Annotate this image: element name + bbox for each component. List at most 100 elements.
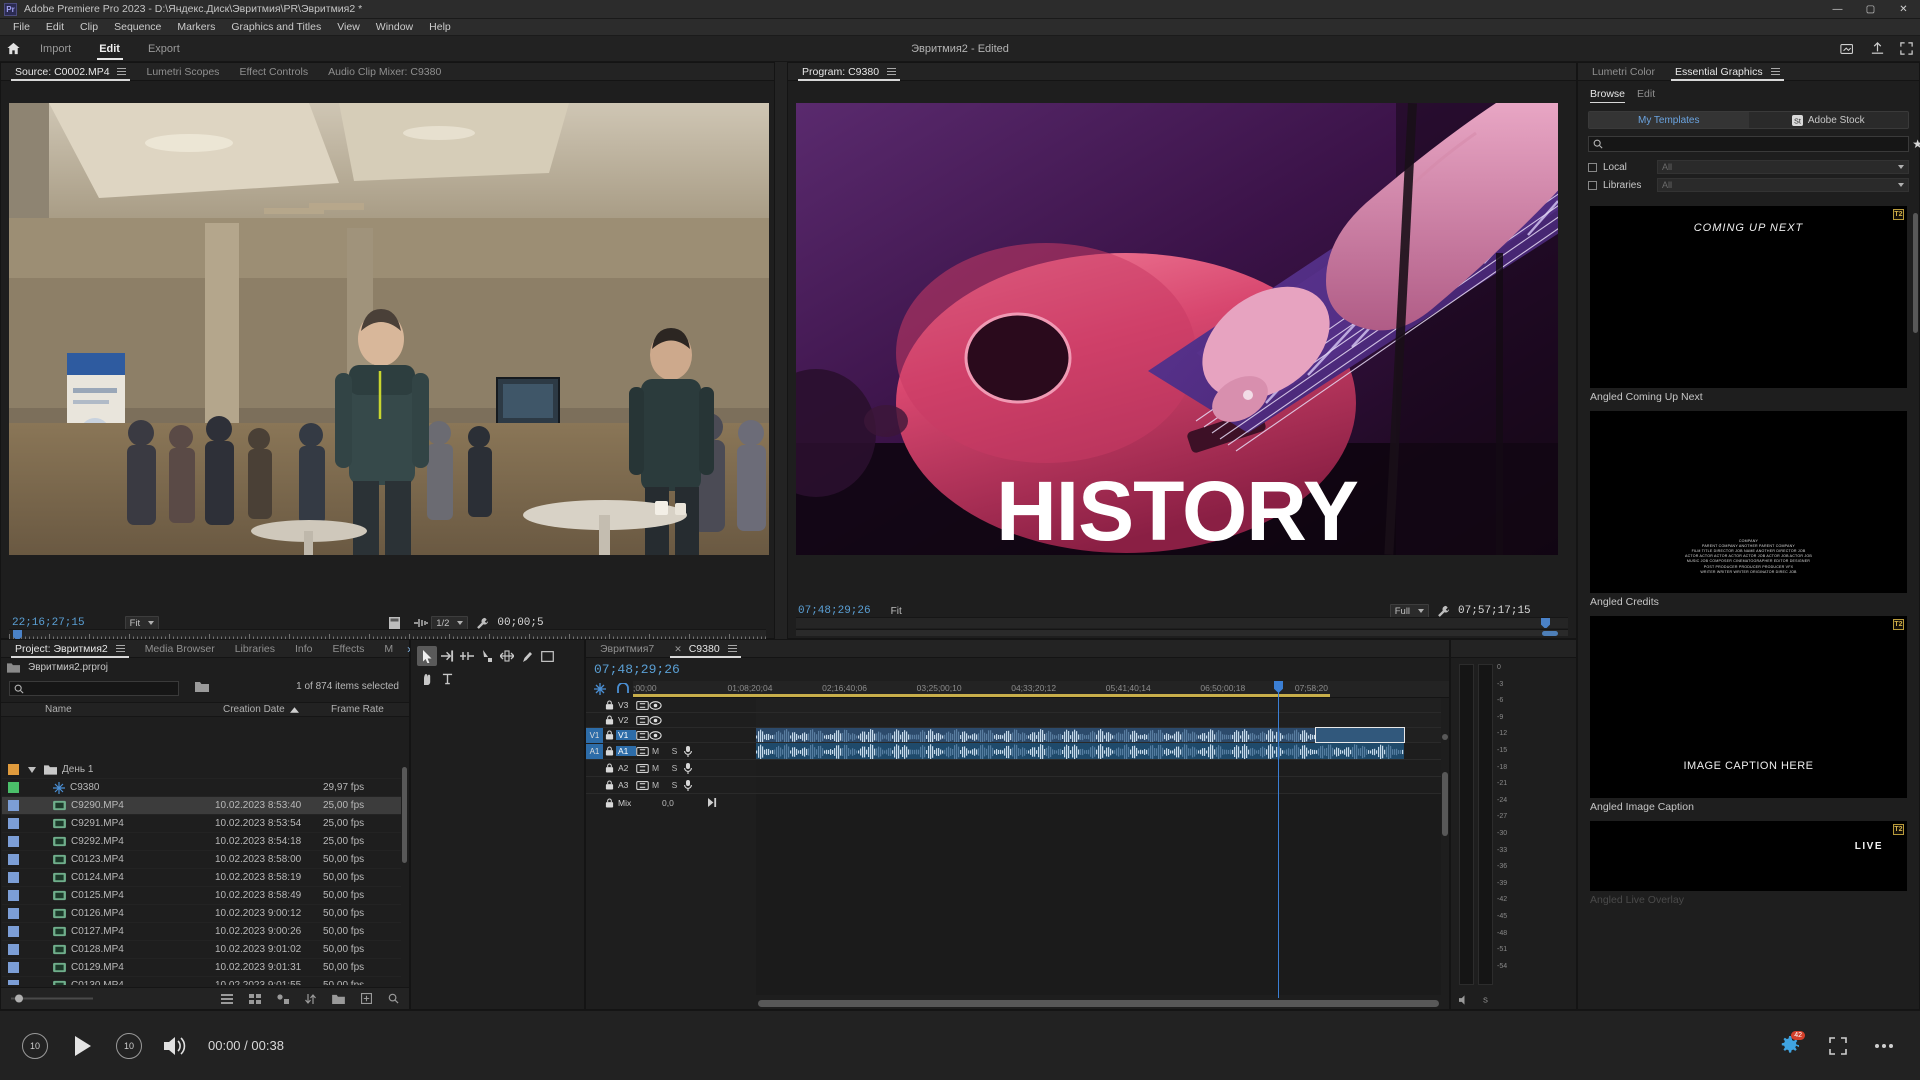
label-color-swatch[interactable] [8, 818, 19, 829]
timeline-track-v1[interactable] [756, 728, 1449, 743]
wrench-icon[interactable] [476, 617, 489, 630]
tab-lumetri-color[interactable]: Lumetri Color [1582, 63, 1665, 81]
label-color-swatch[interactable] [8, 782, 19, 793]
project-item-row[interactable]: C0129.MP4 10.02.2023 9:01:31 50,00 fps [2, 959, 401, 977]
track-lock-icon[interactable] [603, 762, 616, 775]
ripple-edit-tool[interactable] [457, 646, 477, 666]
project-search-input[interactable] [28, 683, 178, 694]
project-item-row[interactable]: C0128.MP4 10.02.2023 9:01:02 50,00 fps [2, 941, 401, 959]
tab-program[interactable]: Program: C9380 [792, 63, 906, 81]
timeline-playhead[interactable] [1278, 681, 1279, 1009]
new-item-icon[interactable] [361, 993, 372, 1004]
label-color-swatch[interactable] [8, 962, 19, 973]
close-icon[interactable]: ✕ [674, 644, 682, 654]
type-tool[interactable] [437, 669, 457, 689]
minimize-button[interactable]: — [1821, 0, 1854, 19]
sync-lock-icon[interactable] [636, 729, 649, 742]
project-item-row[interactable]: C9292.MP4 10.02.2023 8:54:18 25,00 fps [2, 833, 401, 851]
project-item-row[interactable]: C0124.MP4 10.02.2023 8:58:19 50,00 fps [2, 869, 401, 887]
subtab-browse[interactable]: Browse [1584, 85, 1631, 103]
track-select-tool[interactable] [437, 646, 457, 666]
track-header-mix[interactable]: Mix 0,0 [586, 794, 756, 811]
source-video-preview[interactable] [9, 103, 769, 555]
tab-markers[interactable]: M [374, 640, 403, 658]
menu-window[interactable]: Window [368, 19, 421, 36]
template-search-bar[interactable]: ★ [1588, 136, 1909, 152]
panel-menu-icon[interactable] [887, 68, 896, 76]
tab-info[interactable]: Info [285, 640, 323, 658]
track-lock-icon[interactable] [603, 714, 616, 727]
track-name-a2[interactable]: A2 [616, 763, 636, 773]
timeline-track-v3[interactable] [756, 698, 1449, 713]
sort-icon[interactable] [305, 994, 316, 1004]
source-drag-video-only-icon[interactable] [389, 617, 400, 629]
new-bin-icon[interactable] [195, 681, 209, 692]
home-icon[interactable] [0, 36, 26, 62]
menu-graphics-and-titles[interactable]: Graphics and Titles [223, 19, 329, 36]
label-color-swatch[interactable] [8, 926, 19, 937]
list-view-icon[interactable] [221, 994, 233, 1004]
track-solo-button[interactable]: S [668, 779, 681, 792]
menu-file[interactable]: File [5, 19, 38, 36]
track-visibility-icon[interactable] [649, 699, 662, 712]
mute-icon[interactable] [1459, 995, 1470, 1005]
source-duration-timecode[interactable]: 00;00;5 [497, 617, 543, 629]
label-color-swatch[interactable] [8, 764, 19, 775]
project-search-bar[interactable] [9, 681, 179, 696]
slip-tool[interactable] [497, 646, 517, 666]
voice-over-record-icon[interactable] [681, 762, 694, 775]
libraries-checkbox[interactable] [1588, 181, 1597, 190]
timeline-clip[interactable] [756, 743, 1404, 759]
timeline-track-a2[interactable] [756, 760, 1449, 777]
label-color-swatch[interactable] [8, 890, 19, 901]
solo-icon[interactable]: S [1480, 995, 1491, 1005]
nest-icon[interactable] [594, 683, 606, 695]
track-lock-icon[interactable] [603, 796, 616, 809]
expand-icon[interactable] [1828, 1036, 1848, 1056]
program-playhead[interactable] [1541, 618, 1550, 628]
track-mute-button[interactable]: M [649, 779, 662, 792]
voice-over-record-icon[interactable] [681, 779, 694, 792]
column-header-creation-date[interactable]: Creation Date [223, 704, 331, 715]
timeline-playhead-timecode[interactable]: 07;48;29;26 [594, 662, 680, 677]
track-visibility-icon[interactable] [649, 714, 662, 727]
sync-lock-icon[interactable] [636, 699, 649, 712]
track-header-a1[interactable]: A1 A1 M S [586, 743, 756, 760]
find-icon[interactable] [388, 993, 399, 1004]
column-header-name[interactable]: Name [41, 704, 223, 715]
volume-icon[interactable] [164, 1036, 186, 1056]
toggle-adobe-stock[interactable]: St Adobe Stock [1749, 112, 1909, 128]
more-icon[interactable] [1874, 1043, 1894, 1049]
expand-icon[interactable] [1899, 41, 1914, 56]
tab-media-browser[interactable]: Media Browser [135, 640, 225, 658]
project-scrollbar[interactable] [401, 761, 408, 985]
track-lock-icon[interactable] [603, 729, 616, 742]
label-color-swatch[interactable] [8, 800, 19, 811]
zoom-slider[interactable] [11, 994, 93, 1003]
track-header-a3[interactable]: A3 M S [586, 777, 756, 794]
tab-sequence-c9380[interactable]: ✕ C9380 [664, 640, 746, 658]
icon-view-icon[interactable] [249, 994, 261, 1004]
track-name-v1[interactable]: V1 [616, 730, 636, 740]
track-solo-button[interactable]: S [668, 762, 681, 775]
track-name-a1[interactable]: A1 [616, 746, 636, 756]
program-duration-timecode[interactable]: 07;57;17;15 [1458, 605, 1531, 617]
track-visibility-icon[interactable] [649, 729, 662, 742]
tab-project[interactable]: Project: Эвритмия2 [5, 640, 135, 658]
source-patch-v2[interactable] [586, 713, 603, 728]
program-current-timecode[interactable]: 07;48;29;26 [798, 605, 871, 617]
track-lock-icon[interactable] [603, 699, 616, 712]
program-video-preview[interactable]: HISTORY [796, 103, 1558, 555]
menu-clip[interactable]: Clip [72, 19, 106, 36]
source-patch-a1[interactable]: A1 [586, 744, 603, 759]
libraries-dropdown[interactable]: All [1657, 178, 1909, 192]
template-search-input[interactable] [1607, 137, 1908, 151]
timeline-horizontal-scrollbar[interactable] [756, 998, 1441, 1009]
tab-sequence-euritmia7[interactable]: Эвритмия7 [590, 640, 664, 658]
program-zoom-scroll-bar[interactable] [796, 629, 1568, 636]
subtab-edit[interactable]: Edit [1631, 85, 1661, 103]
label-color-swatch[interactable] [8, 908, 19, 919]
toggle-my-templates[interactable]: My Templates [1589, 112, 1749, 128]
project-item-row[interactable]: День 1 [2, 761, 401, 779]
panel-menu-icon[interactable] [117, 68, 126, 76]
